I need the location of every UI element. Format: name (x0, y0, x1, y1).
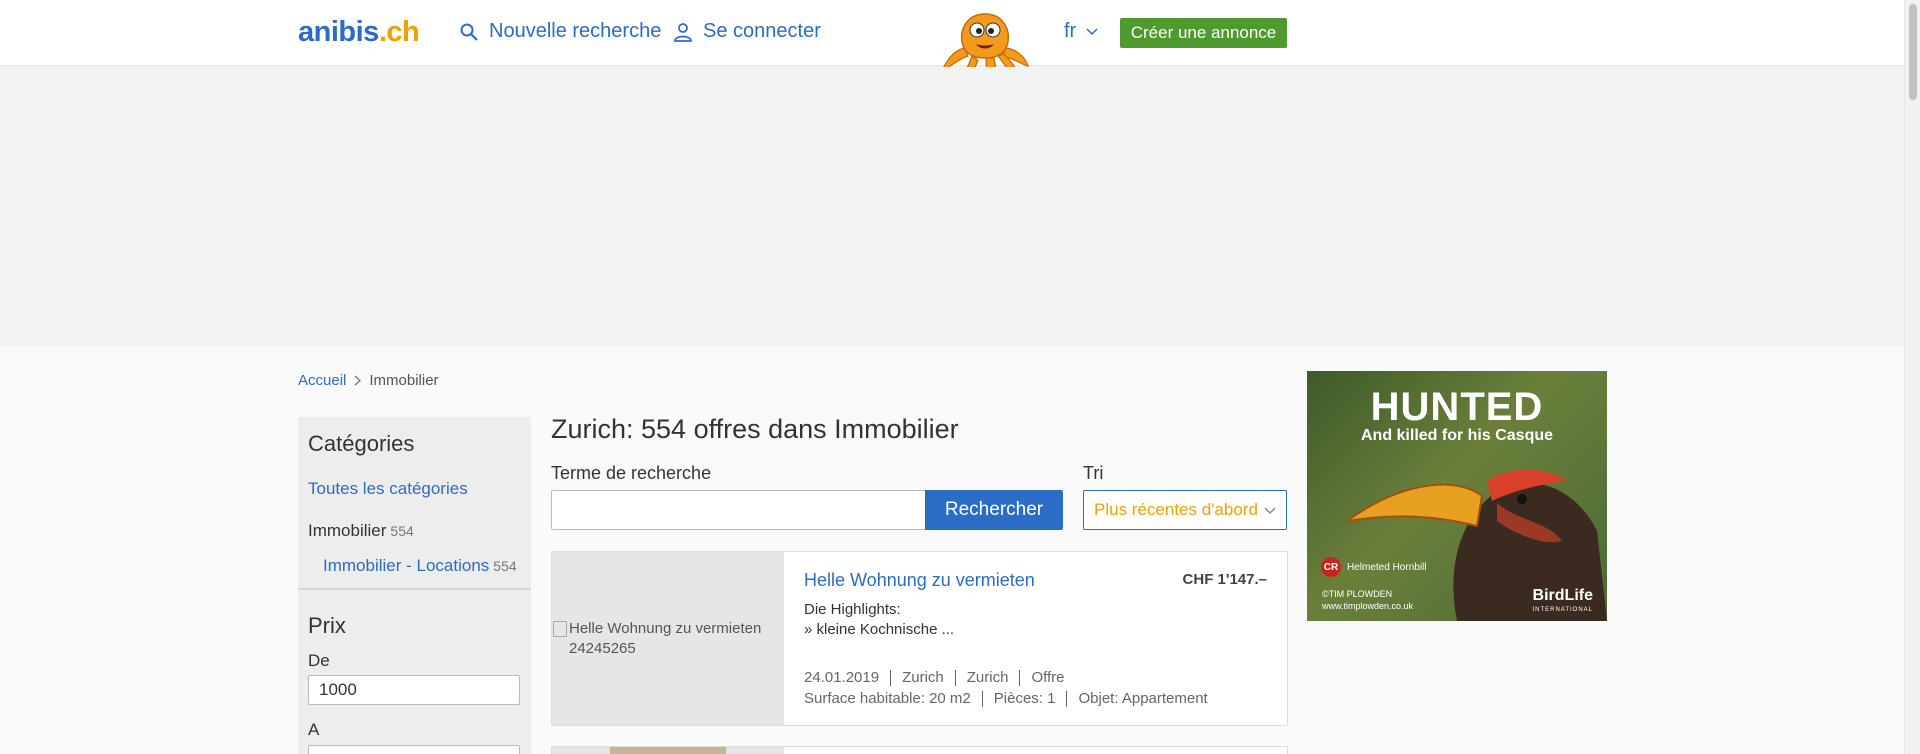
all-categories-link[interactable]: Toutes les catégories (308, 479, 468, 499)
listing-card[interactable] (551, 746, 1288, 754)
price-to-label: A (308, 720, 320, 739)
ad-species: CR Helmeted Hornbill (1321, 557, 1426, 577)
category-label: Immobilier (308, 521, 387, 540)
listing-date: 24.01.2019 (804, 669, 880, 686)
price-from-label: De (308, 651, 330, 670)
ad-headline: HUNTED (1370, 385, 1544, 429)
listing-title[interactable]: Helle Wohnung zu vermieten (804, 570, 1035, 591)
listing-image-alt: Helle Wohnung zu vermieten 24245265 (553, 619, 783, 659)
listing-meta: 24.01.2019 Zurich Zurich Offre (804, 670, 1076, 686)
page-scrollbar[interactable] (1904, 0, 1920, 754)
listing-image[interactable] (552, 747, 784, 754)
filter-sidebar: Catégories Toutes les catégories Immobil… (298, 417, 531, 754)
chevron-down-icon (1264, 507, 1276, 514)
category-count: 554 (390, 523, 414, 539)
listing-card[interactable]: Helle Wohnung zu vermieten 24245265 Hell… (551, 551, 1288, 726)
listing-image-alt-text: Helle Wohnung zu vermieten 24245265 (569, 620, 762, 657)
price-from-input[interactable]: 1000 (308, 675, 520, 705)
ad-subline: And killed for his Casque (1360, 427, 1554, 444)
listing-desc-line: Die Highlights: (804, 601, 901, 618)
price-title: Prix (308, 613, 346, 638)
ad-species-name: Helmeted Hornbill (1347, 561, 1427, 573)
sidebar-advertisement[interactable]: HUNTED And killed for his Casque CR Helm… (1307, 371, 1607, 621)
broken-image-icon (553, 621, 567, 637)
listing-photo (610, 747, 726, 754)
listing-desc-line: » kleine Kochnische ... (804, 621, 955, 638)
listing-type: Offre (1019, 670, 1075, 686)
page-title: Zurich: 554 offres dans Immobilier (551, 414, 959, 444)
ad-brand: BirdLife INTERNATIONAL (1532, 587, 1593, 617)
logo-tld: .ch (378, 16, 420, 48)
breadcrumb-home[interactable]: Accueil (298, 372, 346, 389)
critically-endangered-badge: CR (1321, 557, 1341, 577)
ad-credit-line: www.timplowden.co.uk (1322, 601, 1414, 611)
language-label: fr (1064, 20, 1077, 42)
site-logo[interactable]: anibis.ch (298, 16, 420, 49)
new-search-link[interactable]: Nouvelle recherche (459, 20, 661, 43)
listing-surface: Surface habitable: 20 m2 (804, 690, 971, 707)
ad-brand-name: BirdLife (1532, 587, 1593, 604)
subcategory-count: 554 (493, 558, 517, 574)
search-icon (460, 23, 478, 41)
ad-brand-sub: INTERNATIONAL (1532, 607, 1593, 613)
price-to-input[interactable] (308, 745, 520, 754)
listing-rooms: Pièces: 1 (981, 691, 1067, 707)
chevron-down-icon (1086, 27, 1098, 35)
create-ad-button[interactable]: Créer une annonce (1120, 18, 1287, 48)
listing-city: Zurich (954, 670, 1020, 686)
breadcrumb: Accueil Immobilier (298, 372, 439, 389)
login-label: Se connecter (703, 20, 821, 42)
category-item: Immobilier 554 (308, 521, 414, 541)
ad-credit: ©TIM PLOWDEN www.timplowden.co.uk (1322, 588, 1413, 612)
listing-description: Die Highlights: » kleine Kochnische ... (804, 600, 954, 640)
subcategory-label: Immobilier - Locations (323, 556, 490, 575)
logo-main: anibis (298, 16, 379, 48)
sort-label: Tri (1083, 463, 1104, 483)
categories-title: Catégories (308, 431, 415, 456)
ad-banner-placeholder (0, 67, 1904, 346)
subcategory-link[interactable]: Immobilier - Locations 554 (323, 556, 517, 576)
sort-value: Plus récentes d'abord (1094, 500, 1258, 519)
sort-select[interactable]: Plus récentes d'abord (1083, 490, 1287, 530)
search-input[interactable] (551, 490, 925, 530)
language-selector[interactable]: fr (1064, 20, 1098, 43)
search-term-label: Terme de recherche (551, 463, 712, 483)
listing-attributes: Surface habitable: 20 m2 Pièces: 1 Objet… (804, 691, 1219, 707)
sidebar-divider (298, 588, 531, 590)
listing-object: Objet: Appartement (1066, 691, 1218, 707)
listing-region: Zurich (890, 670, 955, 686)
new-search-label: Nouvelle recherche (489, 20, 662, 42)
site-header: anibis.ch Nouvelle recherche Se connecte… (0, 0, 1904, 92)
listing-price: CHF 1'147.– (1182, 571, 1267, 588)
chevron-right-icon (354, 375, 362, 386)
scrollbar-thumb[interactable] (1909, 4, 1917, 100)
user-icon (674, 22, 692, 42)
breadcrumb-current: Immobilier (369, 372, 439, 389)
ad-credit-line: ©TIM PLOWDEN (1322, 589, 1393, 599)
login-link[interactable]: Se connecter (673, 20, 821, 43)
search-button[interactable]: Rechercher (925, 490, 1063, 530)
listing-image[interactable]: Helle Wohnung zu vermieten 24245265 (552, 552, 784, 725)
